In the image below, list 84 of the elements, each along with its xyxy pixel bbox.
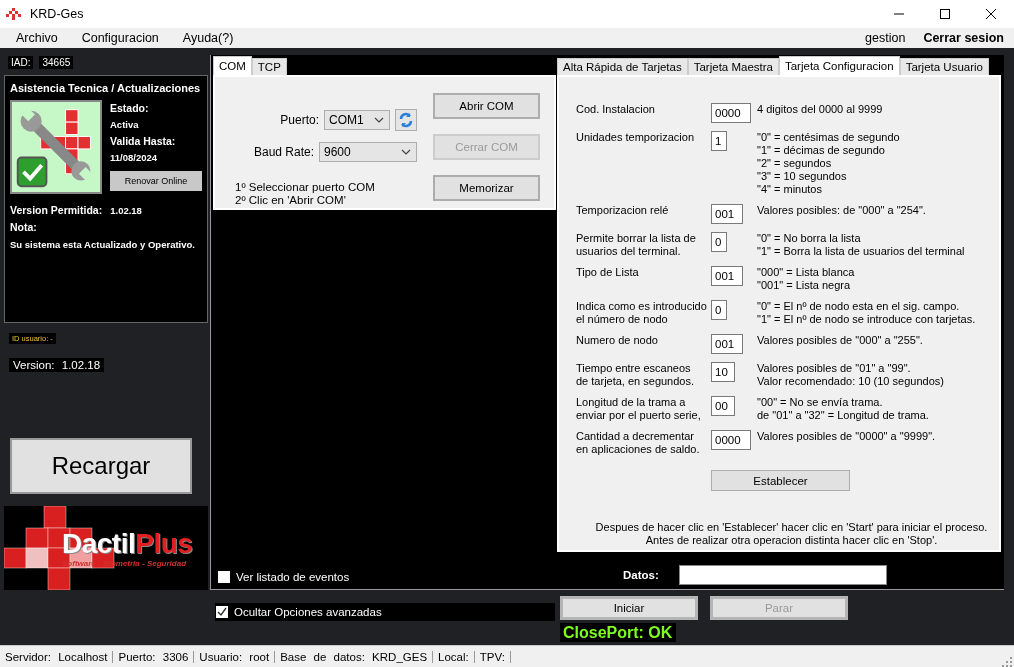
- version-text: Version: 1.02.18: [9, 358, 105, 372]
- input-field[interactable]: 001: [711, 334, 743, 354]
- field-label: Cantidad a decrementar en aplicaciones de saldo.: [576, 430, 701, 456]
- valid-until-date: 11/08/2024: [110, 152, 159, 163]
- status-item: TPV:: [474, 650, 511, 663]
- footer-note: Despues de hacer clic en 'Establecer' hacer clic en 'Start' para iniciar el proceso. Antes de realizar otra operacion distinta hacer clic en 'Stop'.: [594, 521, 989, 547]
- input-field[interactable]: 001: [711, 266, 743, 286]
- tab[interactable]: COM: [213, 56, 252, 75]
- input-field[interactable]: 1: [711, 131, 727, 151]
- status-item: Local:: [433, 650, 475, 663]
- logout-link[interactable]: Cerrar sesion: [923, 31, 1004, 45]
- version-value: 1.02.18: [110, 205, 142, 216]
- input-field[interactable]: 0: [711, 232, 727, 252]
- status-item: Servidor: Localhost: [5, 650, 114, 663]
- user-name[interactable]: gestion: [865, 31, 906, 45]
- port-status: ClosePort: OK: [560, 623, 677, 642]
- help-text: 4 digitos del 0000 al 9999: [757, 103, 884, 117]
- checkbox[interactable]: [218, 571, 230, 583]
- dropdown-caret-icon: [401, 149, 411, 155]
- tab[interactable]: Alta Rápida de Tarjetas: [557, 58, 688, 75]
- help-text: "00" = No se envía trama. de "01" a "32" = Longitud de trama.: [757, 396, 930, 422]
- menu-item[interactable]: Configuracion: [81, 31, 159, 45]
- iad-value: 34665: [39, 56, 74, 69]
- input-field[interactable]: 00: [711, 396, 735, 416]
- help-text: Valores posibles de "01" a "99". Valor recomendado: 10 (10 segundos): [757, 362, 945, 388]
- help-text: Valores posibles de "000" a "255".: [757, 334, 924, 348]
- baud-rate-dropdown[interactable]: 9600: [319, 142, 417, 162]
- note-text: Su sistema esta Actualizado y Operativo.: [10, 239, 196, 250]
- help-text: "0" = No borra la lista "1" = Borra la lista de usuarios del terminal: [757, 232, 966, 258]
- help-text: Valores posibles: de "000" a "254".: [757, 204, 927, 218]
- field-label: Indica como es introducido el número de nodo: [576, 300, 708, 326]
- port-dropdown[interactable]: COM1: [324, 110, 390, 130]
- baud-rate-label: Baud Rate:: [253, 145, 314, 159]
- field-label: Longitud de la trama a enviar por el puerto serie,: [576, 396, 702, 422]
- data-input-field[interactable]: [678, 565, 887, 585]
- reload-button[interactable]: Recargar: [10, 438, 192, 494]
- field-label: Permite borrar la lista de usuarios del terminal.: [576, 232, 697, 258]
- field-label: Cod. Instalacion: [576, 103, 656, 117]
- help-text: "000" = Lista blanca "001" = Lista negra: [757, 266, 856, 292]
- input-field[interactable]: 0000: [711, 430, 751, 450]
- tab[interactable]: TCP: [251, 58, 287, 75]
- window-title: KRD-Ges: [30, 7, 85, 21]
- help-text: "0" = El nº de nodo esta en el sig. campo. "1" = El nº de nodo se introduce con tarjetas.: [757, 300, 977, 326]
- iad-label: IAD:: [8, 56, 34, 69]
- note-label: Nota:: [10, 221, 38, 233]
- help-text: "0" = centésimas de segundo "1" = décimas de segundo "2" = segundos "3" = 10 segundos "4" = minutos: [757, 131, 901, 196]
- checkbox[interactable]: [216, 606, 228, 618]
- field-label: Tiempo entre escaneos de tarjeta, en segundos.: [576, 362, 696, 388]
- refresh-icon: [398, 112, 414, 128]
- port-label: Puerto:: [280, 113, 319, 127]
- menu-item[interactable]: Ayuda(?): [182, 31, 234, 45]
- field-label: Unidades temporizacion: [576, 131, 695, 145]
- input-field[interactable]: 001: [711, 204, 743, 224]
- com-button[interactable]: Memorizar: [433, 175, 540, 201]
- establish-button[interactable]: Establecer: [711, 470, 850, 491]
- input-field[interactable]: 10: [711, 362, 735, 382]
- field-label: Temporizacion relé: [576, 204, 670, 218]
- checkbox-label[interactable]: Ver listado de eventos: [236, 571, 350, 583]
- data-label: Datos:: [623, 569, 659, 581]
- status-label: Estado:: [110, 102, 150, 114]
- tab[interactable]: Tarjeta Configuracion: [778, 56, 900, 75]
- version-label: Version Permitida:: [10, 204, 103, 216]
- input-field[interactable]: 0000: [711, 103, 751, 123]
- instructions-text: 1º Seleccionar puerto COM 2º Clic en 'Abrir COM': [235, 181, 376, 207]
- resize-grip-icon: [1002, 657, 1012, 667]
- valid-until-label: Valida Hasta:: [110, 135, 177, 147]
- com-button[interactable]: Abrir COM: [433, 93, 540, 119]
- field-label: Tipo de Lista: [576, 266, 640, 280]
- help-text: Valores posibles de "0000" a "9999".: [757, 430, 937, 444]
- field-label: Numero de nodo: [576, 334, 659, 348]
- status-item: Base de datos: KRD_GES: [275, 650, 434, 663]
- status-item: Usuario: root: [194, 650, 276, 663]
- menu-item[interactable]: Archivo: [16, 31, 58, 45]
- tab[interactable]: Tarjeta Usuario: [899, 58, 989, 75]
- status-value: Activa: [110, 119, 140, 130]
- start-button[interactable]: Iniciar: [560, 596, 698, 620]
- status-item: Puerto: 3306: [113, 650, 195, 663]
- app-icon: [6, 8, 22, 20]
- dropdown-caret-icon: [374, 117, 384, 123]
- renew-online-button[interactable]: Renovar Online: [110, 171, 202, 191]
- input-field[interactable]: 0: [711, 300, 727, 320]
- refresh-button[interactable]: [395, 109, 417, 131]
- panel-title: Asistencia Tecnica / Actualizaciones: [10, 82, 202, 94]
- tab[interactable]: Tarjeta Maestra: [687, 58, 779, 75]
